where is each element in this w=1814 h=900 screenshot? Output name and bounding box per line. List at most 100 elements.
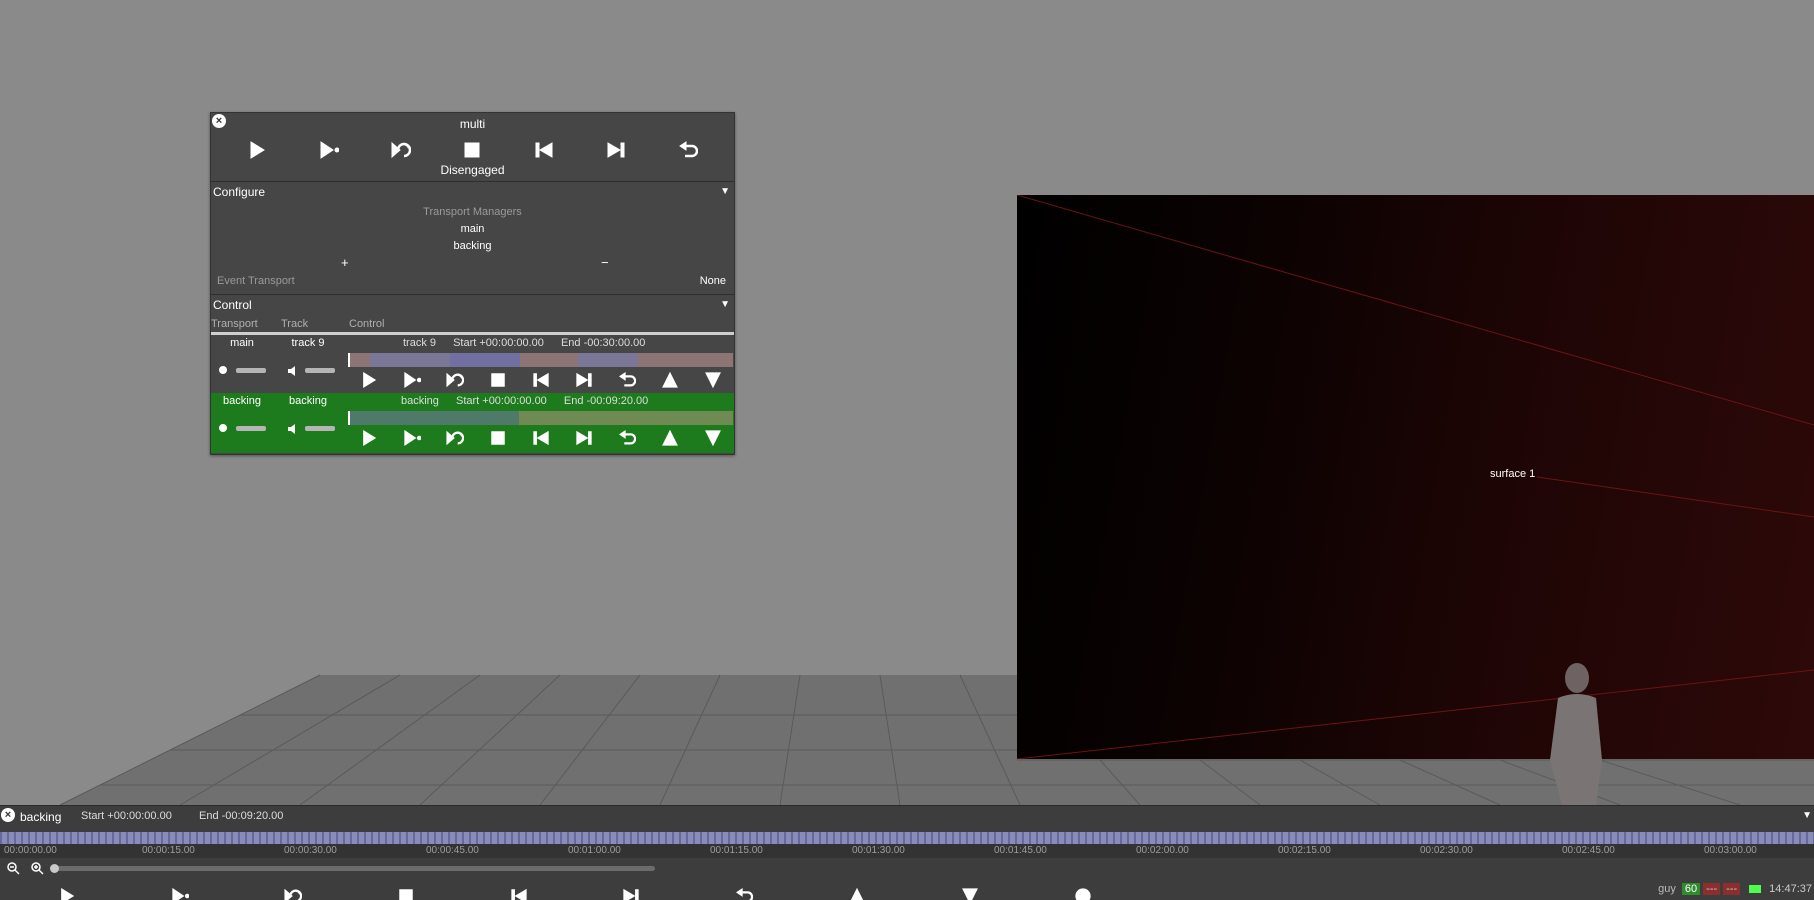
row-info-name: track 9 [403, 337, 437, 349]
play-button[interactable] [55, 884, 79, 900]
scrollbar-thumb[interactable] [50, 864, 59, 873]
surface-label: surface 1 [1490, 468, 1536, 480]
track-row-backing[interactable]: backing backing backing Start +00:00:00.… [211, 393, 734, 453]
return-button[interactable] [616, 369, 638, 391]
play-from-button[interactable] [401, 369, 423, 391]
timeline-tick-label: 00:03:00.00 [1704, 845, 1757, 856]
column-header-control: Control [349, 318, 385, 330]
play-button[interactable] [358, 427, 380, 449]
move-up-button[interactable] [659, 427, 681, 449]
timeline-segment [370, 353, 450, 367]
timeline-track-bar[interactable] [0, 832, 1814, 844]
status-fps-badge: 60 [1681, 883, 1701, 895]
move-down-button[interactable] [702, 369, 724, 391]
record-dot-icon[interactable] [219, 366, 227, 374]
event-transport-select[interactable]: None [700, 275, 726, 287]
record-dot-icon[interactable] [219, 424, 227, 432]
skip-forward-button[interactable] [573, 369, 595, 391]
gain-slider[interactable] [236, 426, 266, 431]
control-section-header[interactable]: Control ▼ [211, 294, 734, 314]
stop-button[interactable] [460, 138, 484, 162]
skip-forward-button[interactable] [604, 138, 628, 162]
timeline-start: Start +00:00:00.00 [81, 810, 172, 822]
skip-forward-button[interactable] [619, 884, 643, 900]
speaker-icon[interactable] [287, 423, 299, 435]
column-header-track: Track [281, 318, 309, 330]
transport-manager-item[interactable]: backing [211, 240, 734, 252]
zoom-out-button[interactable] [6, 861, 20, 875]
status-clock: 14:47:37 [1769, 883, 1812, 895]
row-transport-name: main [230, 337, 254, 349]
timeline-tick-label: 00:01:30.00 [852, 845, 905, 856]
row-transport-controls [358, 427, 724, 449]
volume-slider[interactable] [305, 368, 335, 373]
loop-icon [446, 372, 464, 388]
skip-forward-button[interactable] [573, 427, 595, 449]
transport-status: Disengaged [440, 163, 505, 177]
status-indicator: --- [1723, 883, 1741, 895]
track-row-main[interactable]: main track 9 track 9 Start +00:00:00.00 … [211, 335, 734, 393]
timeline-panel: × backing Start +00:00:00.00 End -00:09:… [0, 805, 1814, 900]
collapse-triangle-icon: ▼ [720, 186, 730, 197]
play-from-button[interactable] [168, 884, 192, 900]
triangle-up-icon [662, 429, 678, 446]
triangle-down-icon [962, 888, 978, 900]
speaker-icon[interactable] [287, 365, 299, 377]
return-button[interactable] [732, 884, 756, 900]
play-icon [250, 141, 265, 159]
loop-button[interactable] [444, 369, 466, 391]
row-info-name: backing [401, 395, 439, 407]
return-button[interactable] [616, 427, 638, 449]
skip-back-button[interactable] [507, 884, 531, 900]
return-icon [679, 141, 698, 158]
skip-back-button[interactable] [530, 369, 552, 391]
row-info-end: End -00:09:20.00 [563, 395, 649, 407]
transport-manager-item[interactable]: main [211, 223, 734, 235]
zoom-in-button[interactable] [30, 861, 44, 875]
loop-button[interactable] [281, 884, 305, 900]
play-button[interactable] [245, 138, 269, 162]
row-timeline-bar[interactable] [348, 353, 733, 367]
row-timeline-bar[interactable] [348, 411, 733, 425]
control-column-headers: Transport Track Control [211, 318, 734, 332]
move-up-button[interactable] [659, 369, 681, 391]
close-timeline-button[interactable]: × [1, 808, 15, 822]
return-button[interactable] [676, 138, 700, 162]
play-from-icon [320, 141, 339, 159]
volume-slider[interactable] [305, 426, 335, 431]
loop-button[interactable] [444, 427, 466, 449]
gain-slider[interactable] [236, 368, 266, 373]
skip-forward-icon [576, 372, 592, 388]
play-icon [61, 887, 75, 900]
panel-title: multi [459, 117, 486, 131]
move-down-button[interactable] [958, 884, 982, 900]
surface-screen [1017, 195, 1814, 759]
play-button[interactable] [358, 369, 380, 391]
stop-button[interactable] [394, 884, 418, 900]
row-info-start: Start +00:00:00.00 [453, 337, 544, 349]
skip-back-button[interactable] [532, 138, 556, 162]
move-down-button[interactable] [702, 427, 724, 449]
status-user: guy [1658, 883, 1676, 895]
stop-button[interactable] [487, 369, 509, 391]
timeline-scrollbar[interactable] [50, 864, 655, 873]
timeline-tick-label: 00:02:45.00 [1562, 845, 1615, 856]
zoom-out-icon [7, 862, 20, 875]
skip-forward-icon [576, 430, 592, 446]
play-from-button[interactable] [317, 138, 341, 162]
configure-section-header[interactable]: Configure ▼ [211, 181, 734, 201]
collapse-triangle-icon[interactable]: ▼ [1802, 810, 1812, 821]
add-manager-button[interactable]: + [341, 255, 349, 270]
move-up-button[interactable] [845, 884, 869, 900]
timeline-tick-label: 00:01:00.00 [568, 845, 621, 856]
row-transport-controls [358, 369, 724, 391]
timeline-segment [450, 353, 520, 367]
skip-back-button[interactable] [530, 427, 552, 449]
play-from-button[interactable] [401, 427, 423, 449]
loop-button[interactable] [389, 138, 413, 162]
record-icon [1075, 888, 1091, 900]
stop-icon [398, 889, 413, 900]
stop-button[interactable] [487, 427, 509, 449]
record-button[interactable] [1071, 884, 1095, 900]
remove-manager-button[interactable]: − [601, 255, 609, 270]
